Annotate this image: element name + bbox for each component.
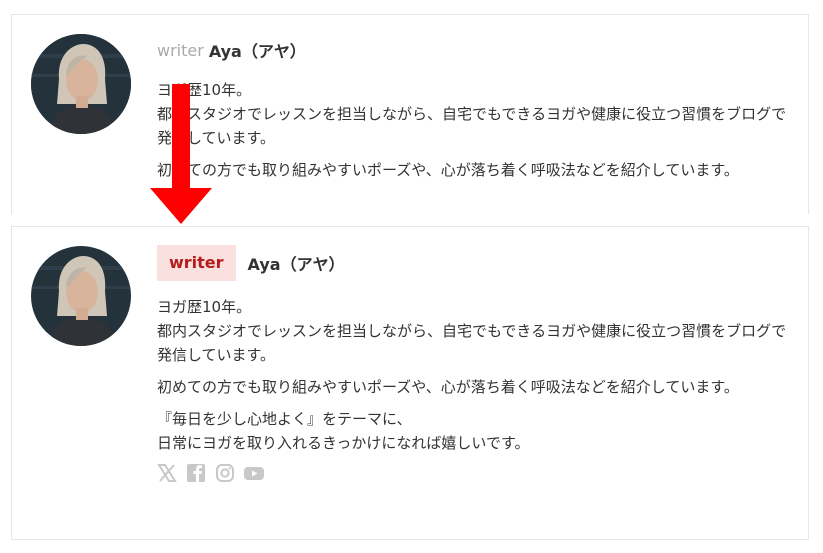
author-role-badge: writer (157, 245, 236, 281)
author-avatar (31, 34, 131, 134)
bio-paragraph: 初めての方でも取り組みやすいポーズや、心が落ち着く呼吸法などを紹介しています。 (157, 378, 739, 396)
bio-paragraph: ヨガ歴10年。 都内スタジオでレッスンを担当しながら、自宅でもできるヨガや健康に… (157, 81, 787, 147)
author-name: Aya（アヤ） (247, 255, 345, 274)
author-avatar (31, 246, 131, 346)
author-bio: ヨガ歴10年。 都内スタジオでレッスンを担当しながら、自宅でもできるヨガや健康に… (157, 78, 798, 182)
facebook-icon[interactable] (186, 463, 206, 483)
author-box-before: writer Aya（アヤ） ヨガ歴10年。 都内スタジオでレッスンを担当しなが… (11, 14, 809, 214)
author-name: Aya（アヤ） (208, 42, 306, 61)
youtube-icon[interactable] (244, 463, 264, 483)
social-links (157, 463, 798, 483)
author-box-after: writer Aya（アヤ） ヨガ歴10年。 都内スタジオでレッスンを担当しなが… (11, 226, 809, 540)
author-bio: ヨガ歴10年。 都内スタジオでレッスンを担当しながら、自宅でもできるヨガや健康に… (157, 295, 798, 455)
instagram-icon[interactable] (215, 463, 235, 483)
author-role-label: writer (157, 40, 204, 60)
bio-paragraph: 初めての方でも取り組みやすいポーズや、心が落ち着く呼吸法などを紹介しています。 (157, 161, 739, 179)
x-icon[interactable] (157, 463, 177, 483)
down-arrow-icon (150, 84, 212, 224)
bio-paragraph: ヨガ歴10年。 都内スタジオでレッスンを担当しながら、自宅でもできるヨガや健康に… (157, 298, 787, 364)
bio-paragraph: 『毎日を少し心地よく』をテーマに、 日常にヨガを取り入れるきっかけになれば嬉しい… (157, 410, 530, 452)
